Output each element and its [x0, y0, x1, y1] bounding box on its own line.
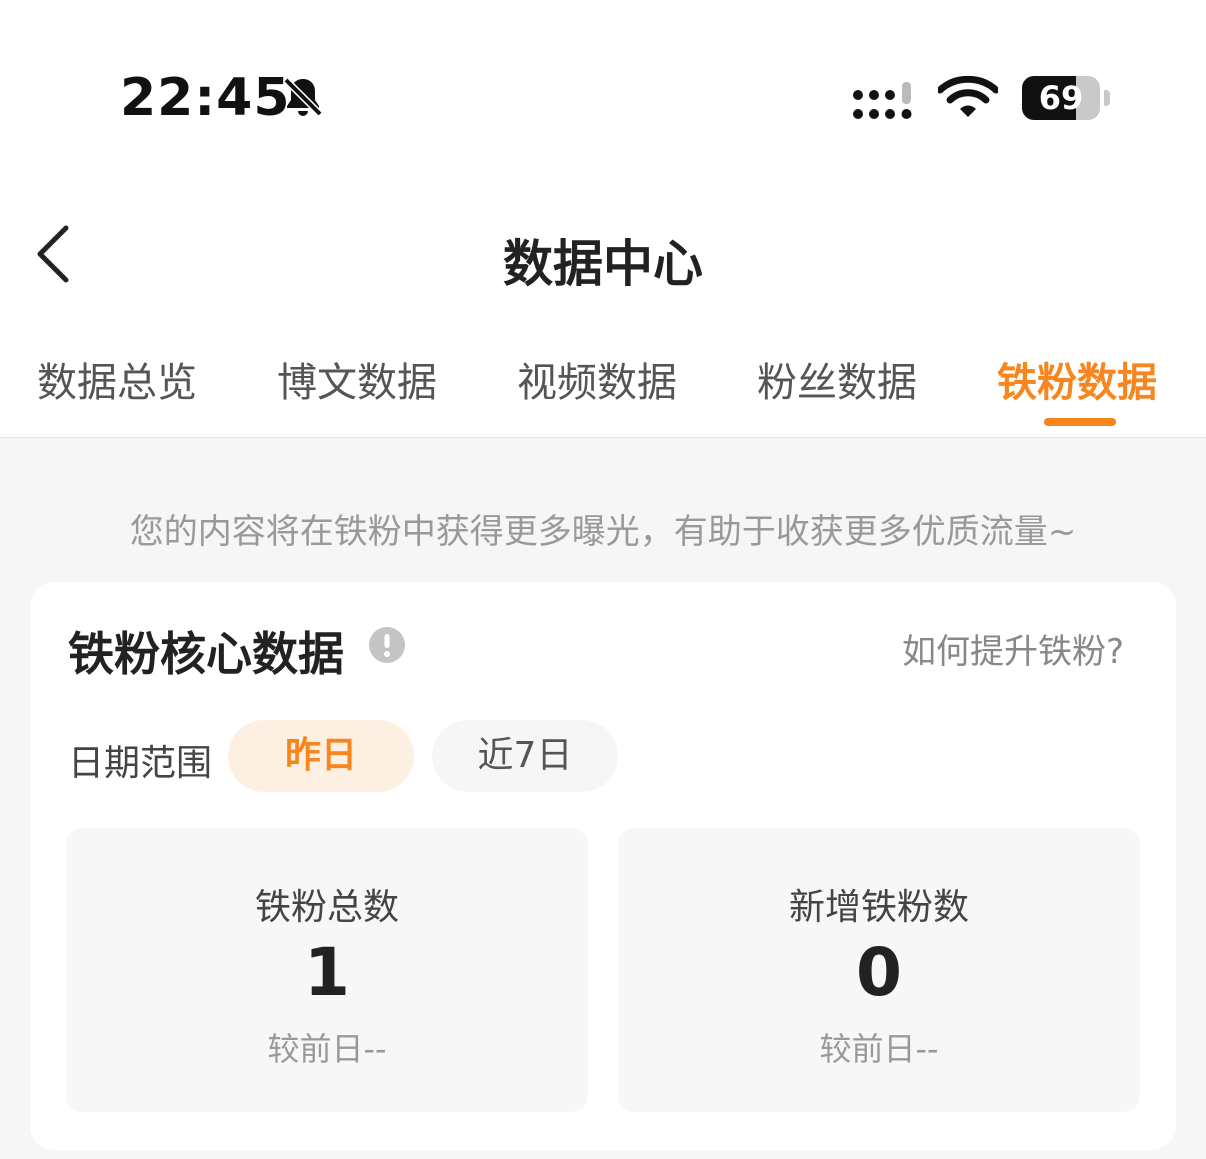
nav-header: 数据中心: [0, 200, 1206, 320]
stat-compare: 较前日--: [819, 1030, 939, 1068]
stat-value: 0: [856, 934, 902, 1011]
stat-label: 铁粉总数: [254, 887, 399, 928]
page: 22:45 69 数据中心 数据总览 博文数据 视频数据 粉丝数据 铁粉数据 您…: [0, 0, 1206, 1159]
chip-last-7-days[interactable]: 近7日: [432, 720, 618, 792]
chip-yesterday[interactable]: 昨日: [228, 720, 414, 792]
tab-overview[interactable]: 数据总览: [37, 350, 197, 410]
status-time: 22:45: [120, 68, 291, 128]
battery-percent: 69: [1038, 79, 1084, 117]
stat-label: 新增铁粉数: [788, 887, 969, 928]
info-icon[interactable]: [368, 626, 406, 664]
page-title: 数据中心: [503, 235, 703, 293]
how-to-improve-link[interactable]: 如何提升铁粉?: [902, 624, 1124, 673]
iron-fans-core-card: 铁粉核心数据 如何提升铁粉? 日期范围 昨日 近7日 铁粉总数 1 较前日-- …: [30, 582, 1176, 1150]
tab-iron-fans[interactable]: 铁粉数据: [997, 350, 1157, 410]
date-range-label: 日期范围: [68, 743, 213, 784]
tab-fans[interactable]: 粉丝数据: [757, 350, 917, 410]
stat-value: 1: [304, 934, 350, 1011]
stat-new-iron-fans: 新增铁粉数 0 较前日--: [618, 828, 1140, 1112]
tab-bar: 数据总览 博文数据 视频数据 粉丝数据 铁粉数据: [0, 320, 1206, 438]
stat-compare: 较前日--: [267, 1030, 387, 1068]
signal-icon: [853, 82, 912, 119]
bell-muted-icon: [283, 77, 323, 117]
stat-total-iron-fans: 铁粉总数 1 较前日--: [66, 828, 588, 1112]
card-title: 铁粉核心数据: [68, 627, 344, 681]
status-bar: 22:45 69: [0, 0, 1206, 200]
tab-active-indicator: [1044, 418, 1116, 426]
wifi-icon: [938, 76, 998, 117]
tab-posts[interactable]: 博文数据: [277, 350, 437, 410]
tab-video[interactable]: 视频数据: [517, 350, 677, 410]
tip-text: 您的内容将在铁粉中获得更多曝光，有助于收获更多优质流量~: [129, 512, 1077, 552]
